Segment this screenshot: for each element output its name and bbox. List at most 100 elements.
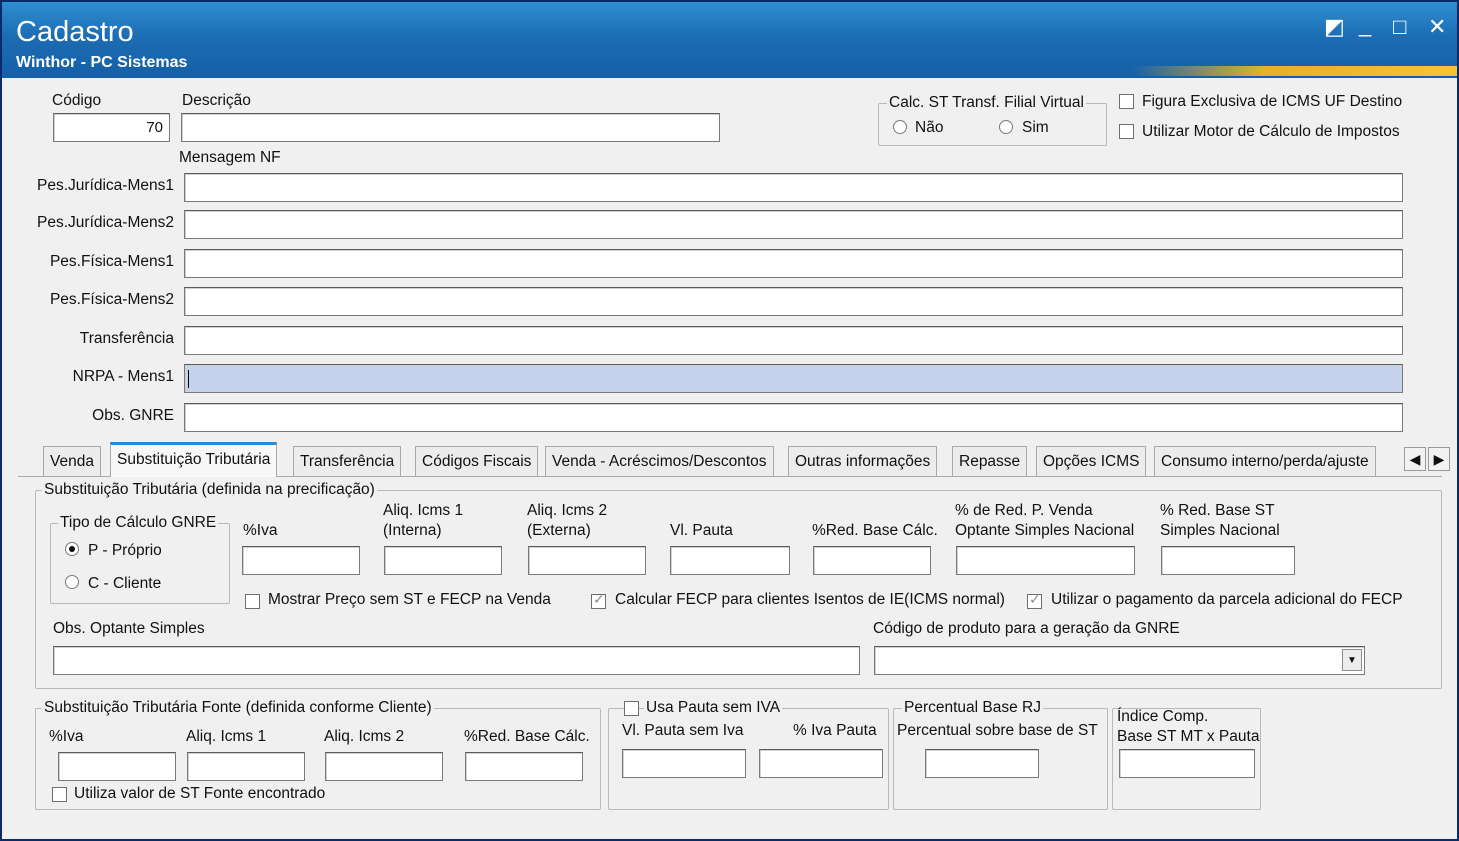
iva-input[interactable] bbox=[242, 546, 360, 575]
st-fonte-group-title: Substituição Tributária Fonte (definida … bbox=[42, 699, 434, 717]
obs-gnre-label: Obs. GNRE bbox=[92, 407, 174, 424]
pj-mens1-label: Pes.Jurídica-Mens1 bbox=[37, 177, 174, 194]
iva-pauta-input[interactable] bbox=[759, 749, 883, 778]
chevron-down-icon[interactable]: ▼ bbox=[1342, 649, 1362, 671]
minimize-icon[interactable]: _ bbox=[1359, 14, 1371, 36]
utiliza-st-fonte-checkbox[interactable] bbox=[52, 787, 67, 802]
pf-mens1-input[interactable] bbox=[184, 249, 1403, 278]
tab-scroll-left-icon[interactable]: ◀ bbox=[1404, 447, 1426, 471]
nrpa-mens1-label: NRPA - Mens1 bbox=[72, 368, 174, 385]
red-venda-label-line1: % de Red. P. Venda bbox=[955, 502, 1093, 519]
figura-exclusiva-checkbox[interactable] bbox=[1119, 94, 1134, 109]
gnre-group-title: Tipo de Cálculo GNRE bbox=[58, 514, 219, 532]
obs-optante-label: Obs. Optante Simples bbox=[53, 620, 205, 637]
mostrar-preco-checkbox[interactable] bbox=[245, 594, 260, 609]
pf-mens1-label: Pes.Física-Mens1 bbox=[49, 253, 174, 270]
transferencia-input[interactable] bbox=[184, 326, 1403, 355]
aliq1-input[interactable] bbox=[384, 546, 502, 575]
title-bar-accent bbox=[1132, 66, 1457, 76]
cadastro-window: Cadastro Winthor - PC Sistemas ◩ _ □ ✕ C… bbox=[0, 0, 1459, 841]
tab-transferencia[interactable]: Transferência bbox=[293, 446, 402, 476]
red-base-label: %Red. Base Cálc. bbox=[812, 522, 938, 539]
figura-exclusiva-label: Figura Exclusiva de ICMS UF Destino bbox=[1142, 93, 1403, 110]
aliq1-label-line1: Aliq. Icms 1 bbox=[383, 502, 464, 519]
usa-pauta-checkbox[interactable] bbox=[624, 701, 639, 716]
fonte-red-base-label: %Red. Base Cálc. bbox=[464, 728, 590, 745]
iva-label: %Iva bbox=[243, 522, 278, 539]
calcular-fecp-checkbox[interactable] bbox=[591, 591, 606, 609]
tab-venda[interactable]: Venda bbox=[43, 446, 101, 476]
st-group-title: Substituição Tributária (definida na pre… bbox=[42, 481, 377, 499]
descricao-label: Descrição bbox=[182, 92, 251, 109]
tab-codigos-fiscais[interactable]: Códigos Fiscais bbox=[415, 446, 539, 476]
aliq1-label-line2: (Interna) bbox=[383, 522, 442, 539]
radio-cliente[interactable] bbox=[65, 575, 79, 589]
pj-mens2-input[interactable] bbox=[184, 210, 1403, 239]
tab-outras-informacoes[interactable]: Outras informações bbox=[788, 446, 938, 476]
obs-gnre-input[interactable] bbox=[184, 403, 1403, 432]
fonte-aliq1-input[interactable] bbox=[187, 752, 305, 781]
fonte-aliq1-label: Aliq. Icms 1 bbox=[186, 728, 267, 745]
window-subtitle: Winthor - PC Sistemas bbox=[16, 54, 188, 71]
descricao-input[interactable] bbox=[181, 113, 720, 142]
codigo-input[interactable]: 70 bbox=[53, 113, 170, 142]
radio-proprio-label: P - Próprio bbox=[88, 542, 162, 559]
pf-mens2-input[interactable] bbox=[184, 287, 1403, 316]
tab-repasse[interactable]: Repasse bbox=[952, 446, 1028, 476]
codigo-label: Código bbox=[52, 92, 102, 109]
restore-icon[interactable]: ◩ bbox=[1324, 16, 1345, 38]
tab-consumo-interno[interactable]: Consumo interno/perda/ajuste bbox=[1154, 446, 1376, 476]
text-caret bbox=[188, 370, 189, 388]
indice-label-line2: Base ST MT x Pauta bbox=[1117, 728, 1260, 745]
pj-mens1-input[interactable] bbox=[184, 173, 1403, 202]
pj-mens2-label: Pes.Jurídica-Mens2 bbox=[37, 214, 174, 231]
motor-calculo-checkbox[interactable] bbox=[1119, 124, 1134, 139]
radio-nao-label: Não bbox=[915, 119, 944, 136]
fonte-aliq2-label: Aliq. Icms 2 bbox=[324, 728, 405, 745]
codigo-produto-label: Código de produto para a geração da GNRE bbox=[873, 620, 1180, 637]
aliq2-label-line1: Aliq. Icms 2 bbox=[527, 502, 608, 519]
codigo-produto-select[interactable]: ▼ bbox=[874, 646, 1365, 675]
mostrar-preco-label: Mostrar Preço sem ST e FECP na Venda bbox=[268, 591, 551, 608]
radio-sim[interactable] bbox=[999, 120, 1013, 134]
red-venda-input[interactable] bbox=[956, 546, 1135, 575]
title-bar[interactable]: Cadastro Winthor - PC Sistemas ◩ _ □ ✕ bbox=[2, 2, 1457, 78]
radio-nao[interactable] bbox=[893, 120, 907, 134]
percentual-base-st-label: Percentual sobre base de ST bbox=[897, 722, 1098, 739]
tab-opcoes-icms[interactable]: Opções ICMS bbox=[1036, 446, 1147, 476]
maximize-icon[interactable]: □ bbox=[1393, 16, 1406, 38]
motor-calculo-label: Utilizar Motor de Cálculo de Impostos bbox=[1142, 123, 1400, 140]
red-st-label-line1: % Red. Base ST bbox=[1160, 502, 1275, 519]
calc-st-group: Calc. ST Transf. Filial Virtual Não Sim bbox=[878, 94, 1107, 146]
vl-pauta-input[interactable] bbox=[670, 546, 790, 575]
fonte-iva-label: %Iva bbox=[49, 728, 84, 745]
percentual-base-st-input[interactable] bbox=[925, 749, 1039, 778]
indice-label-line1: Índice Comp. bbox=[1117, 708, 1209, 725]
red-st-input[interactable] bbox=[1161, 546, 1295, 575]
red-base-input[interactable] bbox=[813, 546, 931, 575]
mensagem-nf-label: Mensagem NF bbox=[179, 149, 281, 166]
calcular-fecp-label: Calcular FECP para clientes Isentos de I… bbox=[615, 591, 1005, 608]
fonte-aliq2-input[interactable] bbox=[325, 752, 443, 781]
nrpa-mens1-input[interactable] bbox=[184, 364, 1403, 393]
tab-substituicao-tributaria[interactable]: Substituição Tributária bbox=[110, 442, 278, 477]
vl-pauta-sem-iva-input[interactable] bbox=[622, 749, 746, 778]
fonte-red-base-input[interactable] bbox=[465, 752, 583, 781]
close-icon[interactable]: ✕ bbox=[1428, 16, 1446, 38]
radio-proprio[interactable] bbox=[65, 542, 79, 556]
utilizar-fecp-checkbox[interactable] bbox=[1027, 591, 1042, 609]
window-title: Cadastro bbox=[16, 16, 134, 48]
utiliza-st-fonte-label: Utiliza valor de ST Fonte encontrado bbox=[74, 785, 326, 802]
tab-scroll-right-icon[interactable]: ▶ bbox=[1428, 447, 1450, 471]
aliq2-input[interactable] bbox=[528, 546, 646, 575]
fonte-iva-input[interactable] bbox=[58, 752, 176, 781]
red-st-label-line2: Simples Nacional bbox=[1160, 522, 1280, 539]
radio-sim-label: Sim bbox=[1022, 119, 1049, 136]
calc-st-group-title: Calc. ST Transf. Filial Virtual bbox=[887, 94, 1086, 112]
tab-venda-acrescimos[interactable]: Venda - Acréscimos/Descontos bbox=[545, 446, 774, 476]
red-venda-label-line2: Optante Simples Nacional bbox=[955, 522, 1135, 539]
obs-optante-input[interactable] bbox=[53, 646, 860, 675]
indice-input[interactable] bbox=[1119, 749, 1255, 778]
aliq2-label-line2: (Externa) bbox=[527, 522, 591, 539]
pf-mens2-label: Pes.Física-Mens2 bbox=[49, 291, 174, 308]
